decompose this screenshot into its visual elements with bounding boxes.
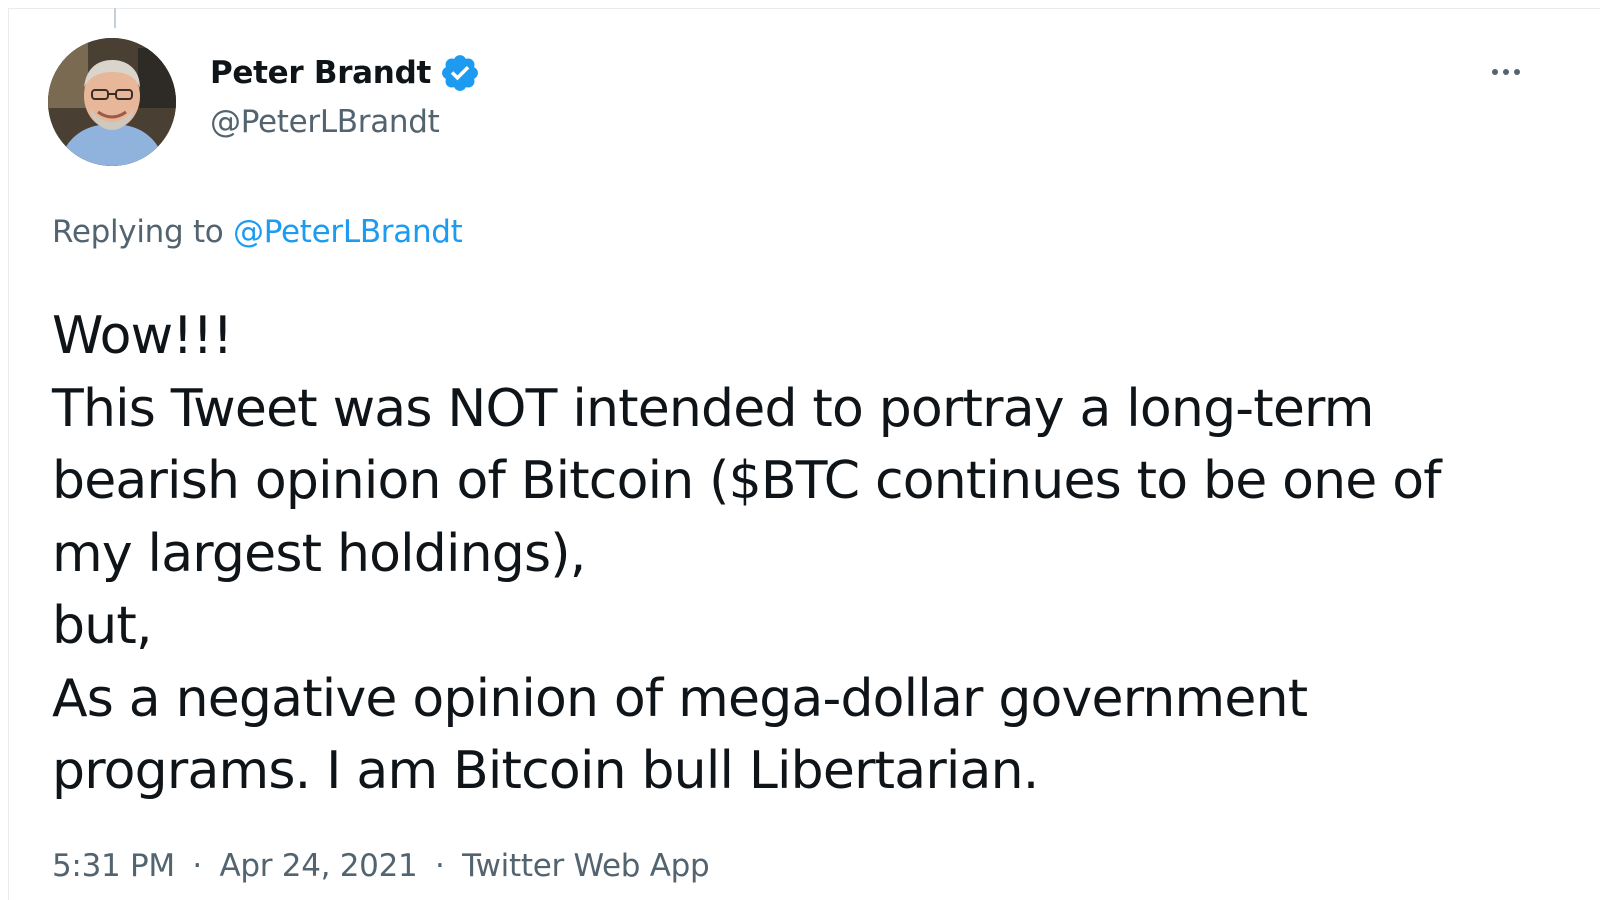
author-display-name[interactable]: Peter Brandt: [210, 55, 431, 91]
tweet-date[interactable]: Apr 24, 2021: [220, 848, 418, 884]
meta-separator: ·: [435, 848, 445, 884]
tweet-metadata: 5:31 PM · Apr 24, 2021 · Twitter Web App: [52, 848, 710, 884]
avatar[interactable]: [48, 38, 176, 166]
tweet-source-link[interactable]: Twitter Web App: [462, 848, 710, 884]
author-name-row: Peter Brandt: [210, 50, 481, 96]
more-options-icon: [1492, 69, 1498, 75]
card-top-border: [8, 8, 1600, 9]
more-options-icon-dot: [1503, 69, 1509, 75]
tweet-text-line: bearish opinion of Bitcoin ($BTC continu…: [52, 451, 1442, 511]
replying-to-handle-link[interactable]: @PeterLBrandt: [233, 214, 463, 250]
tweet-text-line: programs. I am Bitcoin bull Libertarian.: [52, 741, 1039, 801]
tweet-text-line: This Tweet was NOT intended to portray a…: [52, 378, 1374, 439]
verified-badge-icon: [439, 52, 481, 94]
tweet-text-line: my largest holdings),: [52, 523, 586, 584]
tweet-time[interactable]: 5:31 PM: [52, 848, 175, 884]
replying-to-line: Replying to @PeterLBrandt: [52, 214, 463, 250]
meta-separator: ·: [192, 848, 202, 884]
tweet-text: Wow!!! This Tweet was NOT intended to po…: [52, 300, 1552, 808]
replying-to-label: Replying to: [52, 214, 224, 250]
tweet-text-line: but,: [52, 596, 152, 656]
tweet-card: Peter Brandt @PeterLBrandt Replying to @…: [0, 0, 1600, 900]
more-options-button[interactable]: [1480, 56, 1532, 88]
tweet-text-line: Wow!!!: [52, 306, 233, 366]
more-options-icon-dot: [1514, 69, 1520, 75]
thread-connector-line: [114, 8, 116, 28]
avatar-image: [48, 38, 176, 166]
card-left-border: [8, 8, 9, 900]
author-handle[interactable]: @PeterLBrandt: [210, 104, 440, 140]
tweet-text-line: As a negative opinion of mega-dollar gov…: [52, 668, 1308, 729]
